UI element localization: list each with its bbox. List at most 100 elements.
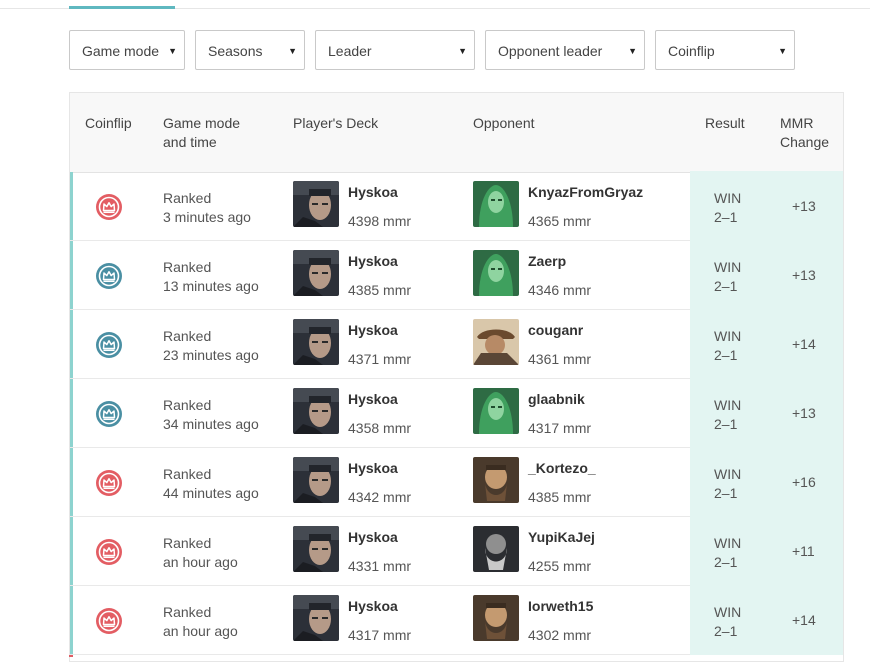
filter-opponent-leader[interactable]: Opponent leader ▼ — [485, 30, 645, 70]
game-mode-cell: Ranked 13 minutes ago — [163, 258, 259, 296]
result-text: WIN — [714, 535, 742, 551]
game-mode: Ranked — [163, 328, 212, 344]
game-mode-cell: Ranked 44 minutes ago — [163, 465, 259, 503]
opponent-leader-avatar[interactable] — [473, 319, 519, 365]
result-score: 2–1 — [714, 209, 738, 225]
player-name[interactable]: Hyskoa — [348, 184, 398, 200]
game-mode-cell: Ranked 34 minutes ago — [163, 396, 259, 434]
result-score: 2–1 — [714, 278, 738, 294]
table-row[interactable]: Ranked an hour ago Hyskoa 4331 mmr YupiKaJej… — [70, 516, 843, 586]
game-mode-cell: Ranked an hour ago — [163, 534, 238, 572]
opponent-leader-avatar[interactable] — [473, 250, 519, 296]
filter-label: Seasons — [208, 43, 263, 59]
table-row[interactable]: Ranked 13 minutes ago Hyskoa 4385 mmr Zaerp 4… — [70, 240, 843, 310]
opponent-mmr: 4361 mmr — [528, 351, 592, 367]
match-time: an hour ago — [163, 554, 238, 570]
row-accent — [70, 241, 73, 309]
player-leader-avatar[interactable] — [293, 595, 339, 641]
table-row[interactable]: Ranked 44 minutes ago Hyskoa 4342 mmr _Korte… — [70, 447, 843, 517]
opponent-mmr: 4317 mmr — [528, 420, 592, 436]
filter-game-mode[interactable]: Game mode ▼ — [69, 30, 185, 70]
filter-label: Opponent leader — [498, 43, 603, 59]
result-cell: WIN 2–1 — [714, 396, 741, 434]
row-accent — [70, 379, 73, 447]
filter-coinflip[interactable]: Coinflip ▼ — [655, 30, 795, 70]
table-row[interactable]: Ranked 3 minutes ago Hyskoa 4398 mmr KnyazFr… — [70, 171, 843, 241]
player-mmr: 4342 mmr — [348, 489, 412, 505]
row-accent — [70, 310, 73, 378]
player-mmr: 4358 mmr — [348, 420, 412, 436]
game-mode: Ranked — [163, 397, 212, 413]
player-name[interactable]: Hyskoa — [348, 460, 398, 476]
opponent-leader-avatar[interactable] — [473, 388, 519, 434]
header-game-mode: Game mode and time — [163, 114, 240, 152]
opponent-name[interactable]: Zaerp — [528, 253, 566, 269]
row-accent — [70, 448, 73, 516]
header-mmr-change: MMR Change — [780, 114, 829, 152]
mmr-change: +13 — [792, 198, 816, 214]
player-leader-avatar[interactable] — [293, 250, 339, 296]
player-name[interactable]: Hyskoa — [348, 598, 398, 614]
player-leader-avatar[interactable] — [293, 181, 339, 227]
opponent-name[interactable]: YupiKaJej — [528, 529, 595, 545]
crown-coin-icon — [95, 262, 123, 290]
match-history-table: Coinflip Game mode and time Player's Dec… — [69, 92, 844, 662]
opponent-mmr: 4346 mmr — [528, 282, 592, 298]
result-text: WIN — [714, 328, 742, 344]
table-row[interactable]: Ranked 34 minutes ago Hyskoa 4358 mmr glaabn… — [70, 378, 843, 448]
match-time: 34 minutes ago — [163, 416, 259, 432]
crown-coin-icon — [95, 400, 123, 428]
opponent-name[interactable]: Iorweth15 — [528, 598, 593, 614]
opponent-leader-avatar[interactable] — [473, 457, 519, 503]
opponent-mmr: 4255 mmr — [528, 558, 592, 574]
mmr-change: +11 — [792, 543, 815, 559]
header-line: Change — [780, 134, 830, 150]
match-time: 13 minutes ago — [163, 278, 259, 294]
result-score: 2–1 — [714, 416, 738, 432]
dropdown-arrow-icon: ▼ — [288, 46, 297, 56]
filter-seasons[interactable]: Seasons ▼ — [195, 30, 305, 70]
game-mode: Ranked — [163, 535, 212, 551]
player-name[interactable]: Hyskoa — [348, 391, 398, 407]
active-tab-indicator — [69, 6, 175, 9]
table-row[interactable]: Ranked 23 minutes ago Hyskoa 4371 mmr cougan… — [70, 309, 843, 379]
opponent-name[interactable]: _Kortezo_ — [528, 460, 596, 476]
opponent-name[interactable]: KnyazFromGryaz — [528, 184, 643, 200]
game-mode: Ranked — [163, 604, 212, 620]
mmr-change: +13 — [792, 267, 816, 283]
header-coinflip: Coinflip — [85, 115, 132, 131]
match-time: 44 minutes ago — [163, 485, 259, 501]
crown-coin-icon — [95, 331, 123, 359]
table-row[interactable]: Ranked an hour ago Hyskoa 4317 mmr Iorweth15… — [70, 585, 843, 655]
opponent-name[interactable]: glaabnik — [528, 391, 585, 407]
row-accent — [70, 517, 73, 585]
player-leader-avatar[interactable] — [293, 457, 339, 503]
mmr-change: +16 — [792, 474, 816, 490]
player-leader-avatar[interactable] — [293, 526, 339, 572]
result-text: WIN — [714, 190, 742, 206]
dropdown-arrow-icon: ▼ — [628, 46, 637, 56]
player-mmr: 4385 mmr — [348, 282, 412, 298]
crown-coin-icon — [95, 469, 123, 497]
filter-leader[interactable]: Leader ▼ — [315, 30, 475, 70]
game-mode-cell: Ranked 3 minutes ago — [163, 189, 251, 227]
opponent-leader-avatar[interactable] — [473, 526, 519, 572]
result-cell: WIN 2–1 — [714, 189, 741, 227]
player-name[interactable]: Hyskoa — [348, 253, 398, 269]
player-name[interactable]: Hyskoa — [348, 322, 398, 338]
player-leader-avatar[interactable] — [293, 388, 339, 434]
mmr-change: +14 — [792, 612, 816, 628]
crown-coin-icon — [95, 538, 123, 566]
player-leader-avatar[interactable] — [293, 319, 339, 365]
result-score: 2–1 — [714, 554, 738, 570]
crown-coin-icon — [95, 607, 123, 635]
header-result: Result — [705, 115, 745, 131]
game-mode: Ranked — [163, 466, 212, 482]
player-name[interactable]: Hyskoa — [348, 529, 398, 545]
player-mmr: 4331 mmr — [348, 558, 412, 574]
opponent-leader-avatar[interactable] — [473, 181, 519, 227]
opponent-leader-avatar[interactable] — [473, 595, 519, 641]
opponent-name[interactable]: couganr — [528, 322, 583, 338]
opponent-mmr: 4302 mmr — [528, 627, 592, 643]
game-mode-cell: Ranked an hour ago — [163, 603, 238, 641]
